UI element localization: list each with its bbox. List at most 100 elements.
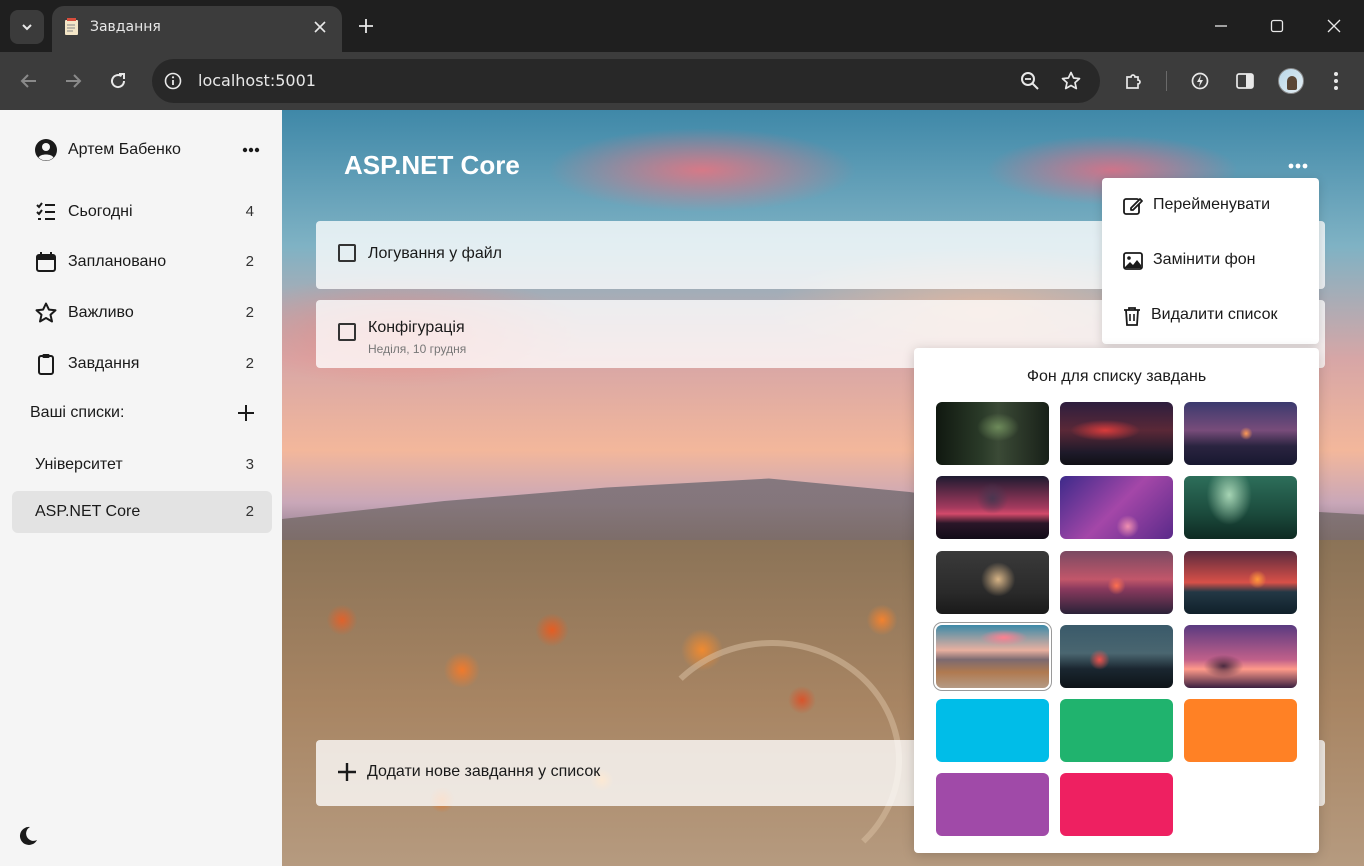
notepad-favicon-icon xyxy=(65,18,78,35)
arrow-right-icon xyxy=(66,74,82,88)
tab-title: Завдання xyxy=(90,19,161,35)
list-view: ASP.NET Core Логування у файл Конфігурац… xyxy=(282,110,1364,866)
extensions-button[interactable] xyxy=(1118,65,1150,97)
zoom-button[interactable] xyxy=(1018,69,1042,93)
minimize-button[interactable] xyxy=(1204,10,1238,42)
url-text: localhost:5001 xyxy=(198,71,316,90)
arrow-left-icon xyxy=(20,74,36,88)
dark-mode-toggle-icon[interactable] xyxy=(16,824,40,848)
sidebar-item-tasks[interactable]: Завдання 2 xyxy=(12,343,272,385)
minimize-icon xyxy=(1215,25,1227,27)
sidebar-item-label: Заплановано xyxy=(68,253,167,270)
sidebar-item-count: 4 xyxy=(245,203,254,220)
info-icon xyxy=(164,72,182,90)
more-horizontal-icon[interactable] xyxy=(242,147,260,153)
sidebar-item-today[interactable]: Сьогодні 4 xyxy=(12,191,272,233)
task-checkbox[interactable] xyxy=(338,244,356,262)
user-profile-row[interactable]: Артем Бабенко xyxy=(12,129,272,171)
sidebar: Артем Бабенко Сьогодні 4 Заплановано 2 В… xyxy=(0,110,282,866)
background-swatch-planet[interactable] xyxy=(936,476,1049,539)
menu-item-label: Видалити список xyxy=(1151,306,1278,323)
profile-button[interactable] xyxy=(1275,65,1307,97)
new-tab-button[interactable] xyxy=(352,12,380,40)
menu-item-label: Замінити фон xyxy=(1153,251,1256,268)
reload-button[interactable] xyxy=(101,64,135,98)
tab-search-button[interactable] xyxy=(10,10,44,44)
task-checkbox[interactable] xyxy=(338,323,356,341)
background-swatch-lake-sunset[interactable] xyxy=(1184,402,1297,465)
sidebar-item-label: Завдання xyxy=(68,355,140,372)
reload-icon xyxy=(111,73,126,89)
sidebar-list-university[interactable]: Університет 3 xyxy=(12,444,272,486)
close-icon xyxy=(314,21,326,33)
more-vertical-icon xyxy=(1334,72,1338,90)
side-panel-icon xyxy=(1236,73,1254,89)
maximize-button[interactable] xyxy=(1260,10,1294,42)
background-swatch-moon[interactable] xyxy=(936,551,1049,614)
background-swatch-forest[interactable] xyxy=(936,402,1049,465)
background-swatch-color[interactable] xyxy=(936,699,1049,762)
rename-list-menu-item[interactable]: Перейменувати xyxy=(1102,178,1319,233)
background-swatch-misty-forest[interactable] xyxy=(1184,476,1297,539)
toolbar-divider xyxy=(1166,71,1167,91)
background-swatch-airplane[interactable] xyxy=(1060,625,1173,688)
site-info-button[interactable] xyxy=(161,69,185,93)
delete-list-menu-item[interactable]: Видалити список xyxy=(1102,288,1319,343)
lists-heading: Ваші списки: xyxy=(30,404,125,421)
sidebar-item-important[interactable]: Важливо 2 xyxy=(12,292,272,334)
sidebar-list-aspnet[interactable]: ASP.NET Core 2 xyxy=(12,491,272,533)
list-options-menu: Перейменувати Замінити фон Видалити спис… xyxy=(1102,178,1319,344)
sidebar-item-count: 2 xyxy=(245,304,254,321)
close-window-button[interactable] xyxy=(1317,10,1351,42)
background-swatch-color[interactable] xyxy=(936,773,1049,836)
add-task-label: Додати нове завдання у список xyxy=(367,763,601,780)
speed-icon xyxy=(1191,72,1209,90)
zoom-out-icon xyxy=(1021,72,1039,90)
edit-icon xyxy=(1123,198,1143,215)
background-swatch-valley[interactable] xyxy=(936,625,1049,688)
checklist-icon xyxy=(36,202,55,220)
sidebar-list-label: ASP.NET Core xyxy=(35,503,141,520)
sidebar-item-planned[interactable]: Заплановано 2 xyxy=(12,241,272,283)
user-name: Артем Бабенко xyxy=(68,141,181,158)
sidebar-list-count: 2 xyxy=(245,503,254,520)
background-swatch-bear[interactable] xyxy=(1184,625,1297,688)
change-background-menu-item[interactable]: Замінити фон xyxy=(1102,233,1319,288)
more-horizontal-icon xyxy=(1288,163,1308,169)
performance-button[interactable] xyxy=(1184,65,1216,97)
background-swatch-color[interactable] xyxy=(1184,699,1297,762)
add-list-icon[interactable] xyxy=(236,403,256,423)
side-panel-button[interactable] xyxy=(1229,65,1261,97)
trash-icon xyxy=(1124,307,1140,326)
forward-button[interactable] xyxy=(56,64,90,98)
background-swatch-color[interactable] xyxy=(1060,699,1173,762)
plus-icon xyxy=(338,763,356,781)
background-swatch-grass[interactable] xyxy=(1060,476,1173,539)
chevron-down-icon xyxy=(22,24,32,31)
back-button[interactable] xyxy=(12,64,46,98)
lists-header: Ваші списки: xyxy=(12,392,272,434)
picker-title: Фон для списку завдань xyxy=(1026,368,1207,385)
browser-tab-bar: Завдання xyxy=(0,0,1364,52)
background-swatch-city-sunset[interactable] xyxy=(1184,551,1297,614)
sidebar-item-count: 2 xyxy=(245,355,254,372)
bookmark-button[interactable] xyxy=(1059,69,1083,93)
background-picker: Фон для списку завдань xyxy=(914,348,1319,853)
background-swatch-cloud-sunset[interactable] xyxy=(1060,551,1173,614)
star-icon xyxy=(1061,71,1081,90)
sidebar-item-count: 2 xyxy=(245,253,254,270)
browser-menu-button[interactable] xyxy=(1320,65,1352,97)
avatar xyxy=(1278,68,1304,94)
background-swatch-red-clouds[interactable] xyxy=(1060,402,1173,465)
clipboard-icon xyxy=(38,354,54,375)
close-tab-button[interactable] xyxy=(310,17,330,37)
background-swatch-color[interactable] xyxy=(1060,773,1173,836)
user-icon xyxy=(35,139,57,161)
task-due-date: Неділя, 10 грудня xyxy=(368,342,467,356)
list-options-button[interactable] xyxy=(1282,154,1314,178)
sidebar-list-label: Університет xyxy=(35,456,123,473)
sidebar-item-label: Важливо xyxy=(68,304,134,321)
browser-tab[interactable]: Завдання xyxy=(52,6,342,52)
task-title: Логування у файл xyxy=(368,245,503,262)
address-bar[interactable]: localhost:5001 xyxy=(152,59,1100,103)
